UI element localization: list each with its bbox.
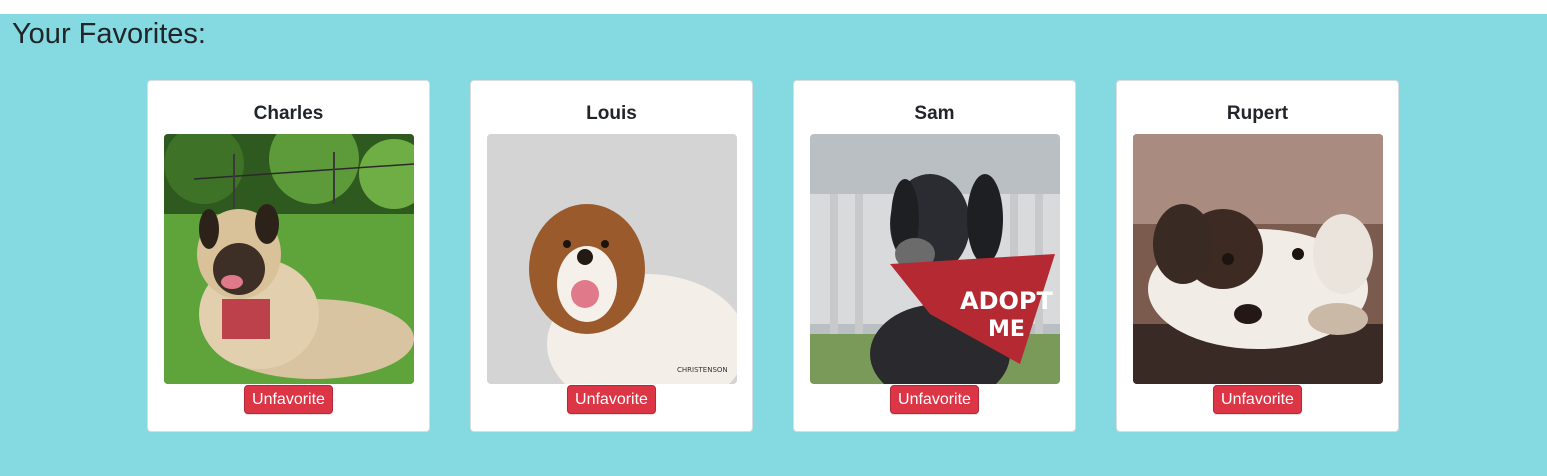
pet-photo-louis: CHRISTENSON bbox=[486, 134, 737, 384]
unfavorite-button[interactable]: Unfavorite bbox=[1213, 385, 1302, 414]
pet-name: Rupert bbox=[1226, 103, 1289, 124]
unfavorite-button[interactable]: Unfavorite bbox=[567, 385, 656, 414]
pet-photo-rupert bbox=[1132, 134, 1383, 384]
pet-photo-charles bbox=[163, 134, 414, 384]
favorites-list: Charles Unfavorite Louis CHRISTENSON Unf… bbox=[147, 80, 1399, 432]
bandana-text: ME bbox=[988, 317, 1025, 342]
favorite-card-charles: Charles Unfavorite bbox=[147, 80, 430, 432]
page-title: Your Favorites: bbox=[12, 18, 206, 50]
unfavorite-button[interactable]: Unfavorite bbox=[890, 385, 979, 414]
unfavorite-button[interactable]: Unfavorite bbox=[244, 385, 333, 414]
bandana-text: ADOPT bbox=[960, 287, 1053, 315]
pet-name: Sam bbox=[914, 103, 955, 124]
pet-photo-sam: ADOPT ME bbox=[809, 134, 1060, 384]
photo-watermark: CHRISTENSON bbox=[677, 366, 728, 374]
favorite-card-rupert: Rupert Unfavorite bbox=[1116, 80, 1399, 432]
favorite-card-louis: Louis CHRISTENSON Unfavorite bbox=[470, 80, 753, 432]
pet-name: Charles bbox=[253, 103, 324, 124]
favorite-card-sam: Sam ADOPT ME Unfavorite bbox=[793, 80, 1076, 432]
pet-name: Louis bbox=[586, 103, 637, 124]
